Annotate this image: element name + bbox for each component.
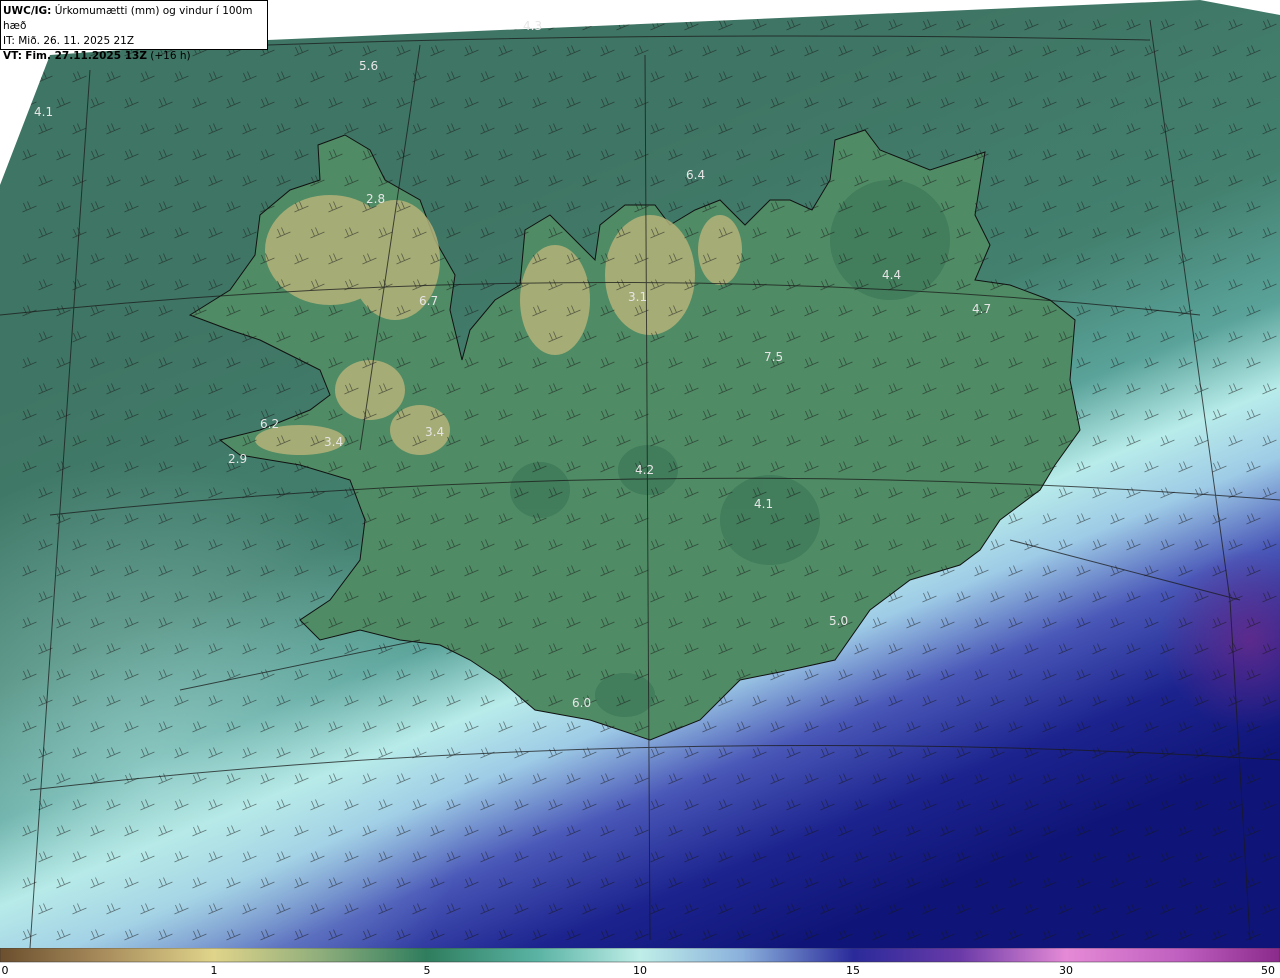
value-label: 4.1 <box>34 105 53 119</box>
value-label: 2.9 <box>228 452 247 466</box>
value-label: 6.2 <box>260 417 279 431</box>
value-label: 4.2 <box>635 463 654 477</box>
value-label: 3.1 <box>628 290 647 304</box>
lead-time: (+16 h) <box>150 50 191 62</box>
value-label: 3.4 <box>425 425 444 439</box>
value-label: 4.7 <box>972 302 991 316</box>
valid-prefix: VT: <box>3 50 22 62</box>
value-label: 6.4 <box>686 168 705 182</box>
colorbar-tick: 5 <box>423 964 431 977</box>
valid-time-line: VT: Fim. 27.11.2025 13Z (+16 h) <box>3 49 265 64</box>
value-label: 7.5 <box>764 350 783 364</box>
value-label: 5.6 <box>359 59 378 73</box>
value-label: 5.0 <box>829 614 848 628</box>
valid-time: Fim. 27.11.2025 13Z <box>25 50 147 62</box>
value-label: 6.7 <box>419 294 438 308</box>
init-prefix: IT: <box>3 35 15 47</box>
map-header: UWC/IG: Úrkomumætti (mm) og vindur í 100… <box>0 0 268 62</box>
colorbar-tick: 0 <box>1 964 9 977</box>
colorbar: 0 1 5 10 15 30 50 <box>0 948 1280 978</box>
value-label: 4.3 <box>523 19 542 33</box>
colorbar-tick: 1 <box>210 964 218 977</box>
colorbar-tick: 10 <box>633 964 647 977</box>
colorbar-gradient <box>0 948 1280 963</box>
value-label: 4.4 <box>882 268 901 282</box>
value-label: 3.4 <box>324 435 343 449</box>
init-time: Mið. 26. 11. 2025 21Z <box>18 35 135 47</box>
value-label: 6.0 <box>572 696 591 710</box>
model-name: UWC/IG: <box>3 5 52 17</box>
colorbar-tick: 30 <box>1059 964 1073 977</box>
colorbar-tick: 15 <box>846 964 860 977</box>
value-label: 2.8 <box>366 192 385 206</box>
value-label: 4.1 <box>754 497 773 511</box>
title-line: UWC/IG: Úrkomumætti (mm) og vindur í 100… <box>3 4 265 34</box>
precipitation-wind-map: 4.3 5.6 4.1 2.8 6.4 4.4 6.7 3.1 4.7 7.5 … <box>0 0 1280 948</box>
colorbar-tick: 50 <box>1261 964 1275 977</box>
init-time-line: IT: Mið. 26. 11. 2025 21Z <box>3 34 265 49</box>
